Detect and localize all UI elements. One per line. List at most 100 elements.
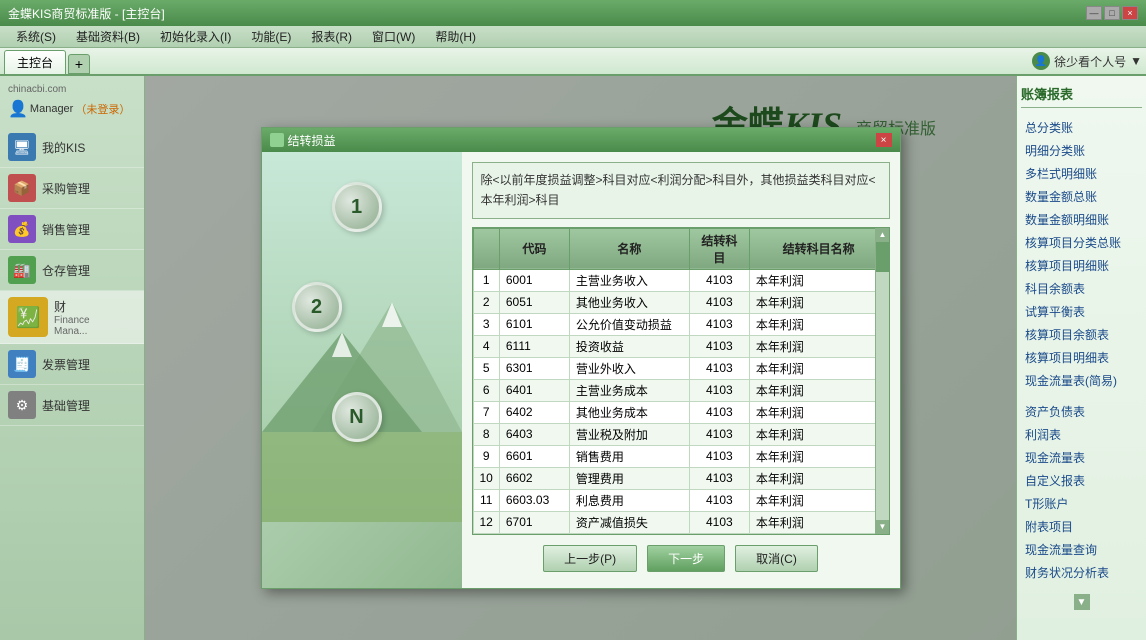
dialog-right: 除<以前年度损益调整>科目对应<利润分配>科目外，其他损益类科目对应<本年利润>… bbox=[462, 152, 900, 587]
right-link-4[interactable]: 数量金额明细账 bbox=[1021, 208, 1142, 231]
menu-window[interactable]: 窗口(W) bbox=[364, 26, 423, 47]
titlebar: 金蝶KIS商贸标准版 - [主控台] — □ × bbox=[0, 0, 1146, 26]
user-avatar-icon: 👤 bbox=[1032, 52, 1050, 70]
cell-seq: 7 bbox=[473, 401, 499, 423]
cell-target-name: 本年利润 bbox=[749, 489, 888, 511]
menu-system[interactable]: 系统(S) bbox=[8, 26, 64, 47]
menu-init[interactable]: 初始化录入(I) bbox=[152, 26, 239, 47]
menu-function[interactable]: 功能(E) bbox=[243, 26, 299, 47]
right-link-8[interactable]: 试算平衡表 bbox=[1021, 300, 1142, 323]
table-row[interactable]: 16001主营业务收入4103本年利润 bbox=[473, 269, 888, 291]
right-link-6[interactable]: 核算项目明细账 bbox=[1021, 254, 1142, 277]
table-scrollbar[interactable]: ▲ ▼ bbox=[875, 228, 889, 534]
maximize-button[interactable]: □ bbox=[1104, 6, 1120, 20]
table-row[interactable]: 46111投资收益4103本年利润 bbox=[473, 335, 888, 357]
modal-overlay: 结转损益 × bbox=[145, 76, 1016, 640]
sidebar-item-finance[interactable]: 💹 财 Finance Mana... bbox=[0, 291, 144, 344]
right-link2-1[interactable]: 利润表 bbox=[1021, 423, 1142, 446]
cell-name: 销售费用 bbox=[569, 445, 689, 467]
close-button[interactable]: × bbox=[1122, 6, 1138, 20]
table-row[interactable]: 116603.03利息费用4103本年利润 bbox=[473, 489, 888, 511]
right-link-11[interactable]: 现金流量表(简易) bbox=[1021, 369, 1142, 392]
cell-name: 主营业务收入 bbox=[569, 269, 689, 291]
tab-main-console[interactable]: 主控台 bbox=[4, 50, 66, 74]
cancel-button[interactable]: 取消(C) bbox=[735, 545, 818, 572]
table-row[interactable]: 56301营业外收入4103本年利润 bbox=[473, 357, 888, 379]
cell-target-code: 4103 bbox=[689, 379, 749, 401]
sales-icon: 💰 bbox=[8, 215, 36, 243]
table-row[interactable]: 106602管理费用4103本年利润 bbox=[473, 467, 888, 489]
cell-code: 6602 bbox=[499, 467, 569, 489]
current-user[interactable]: 徐少看个人号 bbox=[1054, 53, 1126, 70]
tabbar-right: 👤 徐少看个人号 ▼ bbox=[1032, 52, 1142, 74]
right-link-0[interactable]: 总分类账 bbox=[1021, 116, 1142, 139]
right-link2-4[interactable]: T形账户 bbox=[1021, 492, 1142, 515]
right-link2-3[interactable]: 自定义报表 bbox=[1021, 469, 1142, 492]
cell-target-code: 4103 bbox=[689, 313, 749, 335]
cell-name: 其他业务收入 bbox=[569, 291, 689, 313]
dropdown-icon[interactable]: ▼ bbox=[1130, 54, 1142, 68]
menu-report[interactable]: 报表(R) bbox=[303, 26, 360, 47]
minimize-button[interactable]: — bbox=[1086, 6, 1102, 20]
right-scroll-down-button[interactable]: ▼ bbox=[1074, 594, 1090, 610]
rightpanel-title: 账簿报表 bbox=[1021, 84, 1142, 108]
right-link-10[interactable]: 核算项目明细表 bbox=[1021, 346, 1142, 369]
right-link2-0[interactable]: 资产负债表 bbox=[1021, 400, 1142, 423]
cell-target-code: 4103 bbox=[689, 423, 749, 445]
right-link2-7[interactable]: 财务状况分析表 bbox=[1021, 561, 1142, 584]
right-link-1[interactable]: 明细分类账 bbox=[1021, 139, 1142, 162]
table-row[interactable]: 26051其他业务收入4103本年利润 bbox=[473, 291, 888, 313]
cell-seq: 10 bbox=[473, 467, 499, 489]
table-row[interactable]: 86403营业税及附加4103本年利润 bbox=[473, 423, 888, 445]
cell-target-name: 本年利润 bbox=[749, 423, 888, 445]
table-container: 代码 名称 结转科目 结转科目名称 16001主营业务收入4103本年利润260… bbox=[472, 227, 890, 535]
dialog-buttons: 上一步(P) 下一步 取消(C) bbox=[472, 535, 890, 578]
sidebar-item-sales[interactable]: 💰 销售管理 bbox=[0, 209, 144, 250]
dialog-body: 1 2 N 除<以前年度损益调整>科目对应<利润分配>科目外，其他损益类科目对应… bbox=[262, 152, 900, 587]
cell-target-code: 4103 bbox=[689, 291, 749, 313]
menu-basic-data[interactable]: 基础资料(B) bbox=[68, 26, 148, 47]
table-row[interactable]: 96601销售费用4103本年利润 bbox=[473, 445, 888, 467]
scroll-down-button[interactable]: ▼ bbox=[876, 520, 890, 534]
sidebar-item-invoice[interactable]: 🧾 发票管理 bbox=[0, 344, 144, 385]
cell-name: 资产减值损失 bbox=[569, 511, 689, 533]
scroll-up-button[interactable]: ▲ bbox=[876, 228, 890, 242]
base-icon: ⚙ bbox=[8, 391, 36, 419]
steps-panel: 1 2 N bbox=[262, 152, 462, 587]
right-link-3[interactable]: 数量金额总账 bbox=[1021, 185, 1142, 208]
right-link2-6[interactable]: 现金流量查询 bbox=[1021, 538, 1142, 561]
cell-seq: 9 bbox=[473, 445, 499, 467]
table-row[interactable]: 66401主营业务成本4103本年利润 bbox=[473, 379, 888, 401]
cell-seq: 5 bbox=[473, 357, 499, 379]
table-body: 16001主营业务收入4103本年利润26051其他业务收入4103本年利润36… bbox=[473, 269, 888, 533]
add-tab-button[interactable]: + bbox=[68, 54, 90, 74]
cell-target-code: 4103 bbox=[689, 445, 749, 467]
sidebar-item-purchase[interactable]: 📦 采购管理 bbox=[0, 168, 144, 209]
cell-name: 营业外收入 bbox=[569, 357, 689, 379]
right-link2-2[interactable]: 现金流量表 bbox=[1021, 446, 1142, 469]
right-links-group1: 总分类账明细分类账多栏式明细账数量金额总账数量金额明细账核算项目分类总账核算项目… bbox=[1021, 116, 1142, 392]
right-link2-5[interactable]: 附表项目 bbox=[1021, 515, 1142, 538]
right-link-5[interactable]: 核算项目分类总账 bbox=[1021, 231, 1142, 254]
manager-label: Manager bbox=[30, 103, 73, 115]
sidebar-item-mykis[interactable]: 🖥 我的KIS bbox=[0, 127, 144, 168]
table-row[interactable]: 126701资产减值损失4103本年利润 bbox=[473, 511, 888, 533]
next-step-button[interactable]: 下一步 bbox=[647, 545, 725, 572]
right-link-2[interactable]: 多栏式明细账 bbox=[1021, 162, 1142, 185]
cell-code: 6301 bbox=[499, 357, 569, 379]
cell-name: 其他业务成本 bbox=[569, 401, 689, 423]
cell-target-name: 本年利润 bbox=[749, 291, 888, 313]
sidebar-item-base[interactable]: ⚙ 基础管理 bbox=[0, 385, 144, 426]
sidebar-item-warehouse[interactable]: 🏭 仓存管理 bbox=[0, 250, 144, 291]
table-row[interactable]: 76402其他业务成本4103本年利润 bbox=[473, 401, 888, 423]
step-2-circle: 2 bbox=[292, 282, 342, 332]
right-link-7[interactable]: 科目余额表 bbox=[1021, 277, 1142, 300]
menu-help[interactable]: 帮助(H) bbox=[427, 26, 484, 47]
cell-target-code: 4103 bbox=[689, 269, 749, 291]
right-link-9[interactable]: 核算项目余额表 bbox=[1021, 323, 1142, 346]
login-status: （未登录） bbox=[75, 101, 130, 117]
scroll-thumb[interactable] bbox=[876, 242, 890, 272]
table-row[interactable]: 36101公允价值变动损益4103本年利润 bbox=[473, 313, 888, 335]
dialog-close-button[interactable]: × bbox=[876, 133, 892, 147]
prev-step-button[interactable]: 上一步(P) bbox=[543, 545, 637, 572]
